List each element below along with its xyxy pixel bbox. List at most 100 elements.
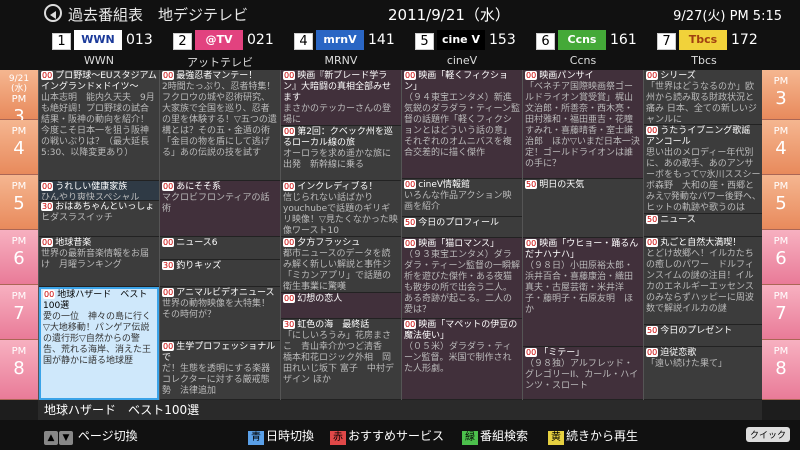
hour-label: PM 8 bbox=[0, 340, 38, 400]
start-minute: 00 bbox=[41, 182, 54, 191]
program-cell[interactable]: 00 幻想の恋人 bbox=[281, 293, 401, 319]
program-title: 映画パンサイ bbox=[539, 71, 594, 81]
program-cell[interactable]: 00 最強忍者マンテー！ 2時間たっぷり、忍者特集！フクロウの城や忍術研究、大家族で… bbox=[160, 70, 280, 181]
start-minute: 00 bbox=[404, 239, 417, 248]
hour-pm: PM bbox=[11, 291, 27, 302]
channel-column: 00 映画「軽くフィクション」 （９４東宝エンタメ）新進気鋭のダラダラ・ティーン監督… bbox=[401, 70, 522, 400]
start-minute: 00 bbox=[525, 71, 538, 80]
channel-column: 00 シリーズ 「世界はどうなるのか」欧州から読み取る財政状況と痛み 日本、全ての新… bbox=[643, 70, 762, 400]
hour-number: 6 bbox=[775, 248, 787, 269]
channel-column: 00 映画『新ブレード学ラン』大暗闘の真相全部みせます まさかのテッカーさんの登場に… bbox=[280, 70, 401, 400]
program-cell[interactable]: 00 生学プロフェッショナルで だ！生態を透明にする楽器 コレクターに対する厳戒態勢… bbox=[160, 341, 280, 400]
green-button[interactable]: 緑番組検索 bbox=[462, 427, 528, 445]
program-cell[interactable]: 00 映画「ウヒョー・踊るんだナハナハ」 （９８日）小田原裕太郎・浜井百合・喜藤康治… bbox=[523, 238, 643, 347]
program-cell[interactable]: 50 今日のプレゼント bbox=[644, 325, 762, 347]
program-cell[interactable]: 00 映画「猫ロマンス」 （９３東宝エンタメ）ダラダラ・ティーン監督の一瞬解析を遊び… bbox=[402, 238, 522, 319]
program-cell[interactable]: 00 シリーズ 「世界はどうなるのか」欧州から読み取る財政状況と痛み 日本、全ての新… bbox=[644, 70, 762, 125]
program-cell[interactable]: 00 夕方フラッシュ 都市ニュースのデータを読み解く新しい解説と事件ジ「ミカンアプリ… bbox=[281, 237, 401, 293]
start-minute: 00 bbox=[283, 71, 296, 80]
program-description: （９８独）アルフレッド・グレゴリーII、カール・ハインツ・スロート bbox=[525, 359, 639, 391]
start-minute: 00 bbox=[525, 348, 538, 357]
program-cell[interactable]: 00 アニマルビデオニュース 世界の動物映像を大特集！その時何が？ bbox=[160, 287, 280, 341]
channel-code: 013 bbox=[126, 32, 153, 48]
program-description: 都市ニュースのデータを読み解く新しい解説と事件ジ「ミカンアプリ」で話題の衛生事業… bbox=[283, 249, 392, 292]
program-cell[interactable]: 00 地球ハザード ベスト100選 愛の一位 神々の島に行く ▽大地移動！パンゲア伝… bbox=[39, 287, 159, 400]
back-icon[interactable] bbox=[44, 4, 62, 22]
program-cell[interactable]: 50 ニュース bbox=[644, 214, 762, 237]
program-title: うれしい健康家族 bbox=[55, 182, 128, 192]
start-minute: 00 bbox=[41, 238, 54, 247]
program-cell[interactable]: 50 明日の天気 bbox=[523, 179, 643, 238]
red-button[interactable]: 赤おすすめサービス bbox=[330, 427, 444, 445]
hour-label: PM 5 bbox=[762, 175, 800, 230]
program-title: 夕方フラッシュ bbox=[297, 238, 361, 248]
channel-number: 6 bbox=[536, 33, 555, 50]
program-description: 「ベネチア国際映画祭ゴールドライオン賞受賞」梶山文治郎・所善奈・西木亮・田村雅和… bbox=[525, 82, 640, 169]
program-title: 明日の天気 bbox=[539, 180, 585, 190]
program-title: 映画『新ブレード学ラン』大暗闘の真相全部みせます bbox=[283, 71, 392, 103]
hour-label: PM 6 bbox=[762, 230, 800, 285]
blue-button[interactable]: 青日時切換 bbox=[248, 427, 314, 445]
program-title: シリーズ bbox=[660, 71, 696, 81]
channel-header[interactable]: 6 Ccns 161 Ccns bbox=[522, 28, 644, 70]
channel-header[interactable]: 2 @TV 021 アットテレビ bbox=[159, 28, 281, 70]
program-cell[interactable]: 00 うれしい健康家族 ひんやり爽快スペシャル bbox=[39, 181, 159, 201]
program-description: 「世界はどうなるのか」欧州から読み取る財政状況と痛み 日本、全ての新しいジャンル… bbox=[646, 82, 757, 125]
start-minute: 00 bbox=[404, 71, 417, 80]
start-minute: 00 bbox=[43, 290, 56, 299]
channel-column: 00 プロ野球～EUスタジアム イングランド×ドイツ～ 山本志明 能内久天夫 9月も… bbox=[38, 70, 159, 400]
program-title: 最強忍者マンテー！ bbox=[176, 71, 258, 81]
program-title: アニマルビデオニュース bbox=[176, 288, 275, 298]
program-cell[interactable]: 00 第2回：クベック州を巡るローカル線の旅 オーロラを求め遥かな旅に出発 新幹線に… bbox=[281, 126, 401, 181]
program-cell[interactable]: 30 おはあちゃんといっしょ ヒダスラスイッチ bbox=[39, 201, 159, 237]
channel-logo: cine V bbox=[437, 30, 485, 50]
channel-name: MRNV bbox=[324, 54, 358, 67]
program-cell[interactable]: 00 迫従恋歌 「遠い続けた果て」 bbox=[644, 347, 762, 400]
channel-header[interactable]: 1 WWN 013 WWN bbox=[38, 28, 160, 70]
program-cell[interactable]: 00 あにそそ系 マクロビフロンティアの話術 bbox=[160, 181, 280, 237]
page-title: 過去番組表 地デジテレビ bbox=[68, 6, 249, 24]
program-cell[interactable]: 00 映画「軽くフィクション」 （９４東宝エンタメ）新進気鋭のダラダラ・ティーン監督… bbox=[402, 70, 522, 179]
start-minute: 00 bbox=[283, 182, 296, 191]
program-description: オーロラを求め遥かな旅に出発 新幹線に乗る bbox=[283, 149, 392, 170]
program-cell[interactable]: 00 cineV情報館 いろんな作品アクション映画を紹介 bbox=[402, 179, 522, 217]
hour-number: 7 bbox=[775, 303, 787, 324]
page-switch[interactable]: ▲ ▼ ページ切換 bbox=[44, 427, 138, 445]
hour-pm: PM bbox=[11, 181, 27, 192]
program-cell[interactable]: 00 映画『新ブレード学ラン』大暗闘の真相全部みせます まさかのテッカーさんの登場に bbox=[281, 70, 401, 126]
channel-header[interactable]: 5 cine V 153 cineV bbox=[401, 28, 523, 70]
quick-button[interactable]: クイック bbox=[745, 427, 790, 442]
hour-label: PM 6 bbox=[0, 230, 38, 285]
channel-header[interactable]: 7 Tbcs 172 Tbcs bbox=[643, 28, 765, 70]
program-cell[interactable]: 00 うたうイブニング歌謡 アンコール 思い出のメロディー年代別に、あの歌手、あのア… bbox=[644, 125, 762, 214]
channel-header[interactable]: 4 mrnV 141 MRNV bbox=[280, 28, 402, 70]
program-title: 映画「ウヒョー・踊るんだナハナハ」 bbox=[525, 239, 639, 260]
program-description: マクロビフロンティアの話術 bbox=[162, 193, 270, 214]
program-cell[interactable]: 50 今日のプロフィール bbox=[402, 217, 522, 238]
start-minute: 30 bbox=[162, 261, 175, 270]
program-title: うたうイブニング歌謡 アンコール bbox=[646, 126, 760, 147]
program-title: 幻想の恋人 bbox=[297, 294, 343, 304]
program-cell[interactable]: 00 ニュース6 bbox=[160, 237, 280, 260]
program-cell[interactable]: 30 釣りキッズ bbox=[160, 260, 280, 287]
hour-label: PM 5 bbox=[0, 175, 38, 230]
selected-program-title: 地球ハザード ベスト100選 bbox=[38, 400, 762, 420]
program-cell[interactable]: 00 映画「マペットの伊豆の魔法使い」 （０５米）ダラダラ・ティーン監督。米国で制作… bbox=[402, 319, 522, 400]
program-cell[interactable]: 00 地球昔楽 世界の最新音楽情報をお届け 月曜ランキング bbox=[39, 237, 159, 287]
yellow-button[interactable]: 黄続きから再生 bbox=[548, 427, 638, 445]
hour-number: 8 bbox=[13, 358, 25, 379]
start-minute: 00 bbox=[646, 71, 659, 80]
hour-pm: PM bbox=[11, 126, 27, 137]
program-cell[interactable]: 00 プロ野球～EUスタジアム イングランド×ドイツ～ 山本志明 能内久天夫 9月も… bbox=[39, 70, 159, 181]
program-cell[interactable]: 00 「ミテー」 （９８独）アルフレッド・グレゴリーII、カール・ハインツ・スロート bbox=[523, 347, 643, 400]
start-minute: 50 bbox=[404, 218, 417, 227]
hour-number: 4 bbox=[13, 138, 25, 159]
channel-code: 172 bbox=[731, 32, 758, 48]
up-arrow-icon: ▲ bbox=[44, 431, 58, 445]
program-cell[interactable]: 30 虹色の海 最終話 「にしいろうみ」花房まさこ 青山幸介かつど清香 橋本和花ロジ… bbox=[281, 319, 401, 400]
hour-label: PM 3 bbox=[762, 70, 800, 120]
program-cell[interactable]: 00 映画パンサイ 「ベネチア国際映画祭ゴールドライオン賞受賞」梶山文治郎・所善奈・… bbox=[523, 70, 643, 179]
program-cell[interactable]: 00 丸ごと自然大満喫！ とどけ故郷へ！イルカたちの癒しのパワー ドルフィンスイムの… bbox=[644, 237, 762, 325]
program-cell[interactable]: 00 インクレディブる！ 信じられない話ばかりyouchubeで話題のギリギリ映像！… bbox=[281, 181, 401, 237]
program-description: ヒダスラスイッチ bbox=[41, 213, 113, 223]
